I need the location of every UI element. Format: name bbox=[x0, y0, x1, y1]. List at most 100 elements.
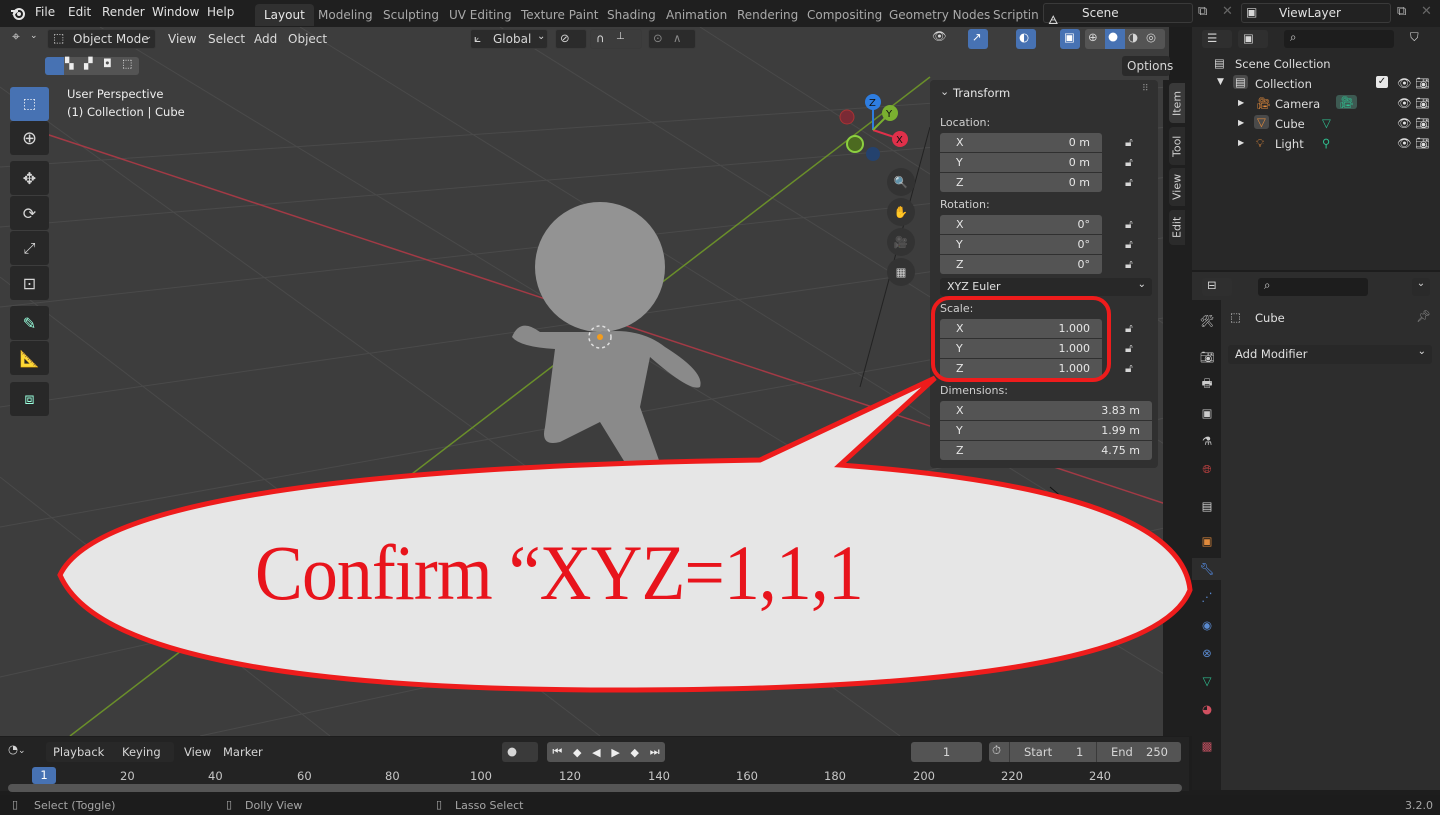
tab-render-properties[interactable]: 📷︎ bbox=[1196, 346, 1218, 368]
light-data-icon[interactable]: ⚲ bbox=[1322, 136, 1330, 150]
sidebar-tab-item[interactable]: Item bbox=[1169, 83, 1185, 123]
sidebar-tab-view[interactable]: View bbox=[1169, 168, 1185, 206]
current-frame-field[interactable]: 1 bbox=[911, 742, 982, 762]
tab-constraint-properties[interactable]: ⊗ bbox=[1196, 642, 1218, 664]
expand-arrow-icon[interactable]: ▶ bbox=[1238, 138, 1244, 147]
location-y-field[interactable]: Y 0 m bbox=[940, 153, 1102, 172]
overlays-toggle[interactable]: ◐ bbox=[1016, 29, 1036, 49]
ortho-toggle-button[interactable]: ▦ bbox=[887, 258, 915, 286]
prev-keyframe-button[interactable]: ◆ bbox=[573, 746, 581, 759]
outliner-item-light[interactable]: ▶ 💡︎ Light ⚲ 👁 📷︎ bbox=[1192, 136, 1440, 156]
gizmo-toggle[interactable]: ↗ bbox=[968, 29, 988, 49]
lock-icon[interactable]: 🔓︎ bbox=[1125, 361, 1133, 376]
eye-icon[interactable]: 👁 bbox=[1397, 116, 1412, 130]
pin-icon[interactable]: 📌︎ bbox=[1416, 309, 1431, 323]
select-invert-button[interactable]: ◘ bbox=[103, 57, 121, 75]
location-z-field[interactable]: Z 0 m bbox=[940, 173, 1102, 192]
menu-window[interactable]: Window bbox=[152, 5, 199, 19]
timeline-view-menu[interactable]: View bbox=[184, 745, 211, 759]
timeline-editor-type[interactable]: ◔⌄ bbox=[8, 742, 40, 762]
menu-render[interactable]: Render bbox=[102, 5, 145, 19]
menu-edit[interactable]: Edit bbox=[68, 5, 91, 19]
tab-output-properties[interactable]: 🖶 bbox=[1196, 374, 1218, 396]
tab-scripting[interactable]: Scripting bbox=[984, 4, 1039, 26]
render-camera-icon[interactable]: 📷︎ bbox=[1415, 116, 1430, 130]
tab-object-properties[interactable]: ▣ bbox=[1196, 530, 1218, 552]
transform-orientation-selector[interactable]: ⟀ Global ⌄ bbox=[470, 29, 548, 49]
transform-section-title[interactable]: Transform bbox=[953, 86, 1010, 100]
lock-icon[interactable]: 🔓︎ bbox=[1125, 217, 1133, 232]
navigation-gizmo[interactable]: Z Y X bbox=[830, 90, 910, 165]
tab-modeling[interactable]: Modeling bbox=[309, 4, 382, 26]
add-cube-tool[interactable]: ⧈ bbox=[10, 382, 49, 416]
scale-y-field[interactable]: Y 1.000 bbox=[940, 339, 1102, 358]
render-camera-icon[interactable]: 📷︎ bbox=[1415, 76, 1430, 90]
lock-icon[interactable]: 🔓︎ bbox=[1125, 321, 1133, 336]
lock-icon[interactable]: 🔓︎ bbox=[1125, 155, 1133, 170]
tab-compositing[interactable]: Compositing bbox=[798, 4, 891, 26]
tab-data-properties[interactable]: ▽ bbox=[1196, 670, 1218, 692]
exclude-checkbox[interactable]: ✓ bbox=[1376, 76, 1388, 88]
tab-modifier-properties[interactable]: 🔧︎ bbox=[1192, 558, 1222, 580]
tab-layout[interactable]: Layout bbox=[255, 4, 314, 26]
zoom-view-button[interactable]: 🔍 bbox=[887, 168, 915, 196]
expand-arrow-icon[interactable]: ▶ bbox=[1238, 98, 1244, 107]
stopwatch-icon[interactable]: ⏱ bbox=[992, 743, 1001, 758]
playhead[interactable]: 1 bbox=[32, 767, 56, 784]
wireframe-shading-icon[interactable]: ⊕ bbox=[1088, 30, 1098, 44]
snap-toggle[interactable]: ∩ ⊥ bbox=[590, 29, 642, 49]
delete-scene-icon[interactable]: ✕ bbox=[1222, 4, 1233, 19]
tab-view-layer-properties[interactable]: ▣ bbox=[1196, 402, 1218, 424]
outliner-collection[interactable]: ▼ ▤ Collection ✓ 👁 📷︎ bbox=[1192, 75, 1440, 96]
tab-particle-properties[interactable]: ⋰ bbox=[1196, 586, 1218, 608]
rotation-x-field[interactable]: X 0° bbox=[940, 215, 1102, 234]
render-camera-icon[interactable]: 📷︎ bbox=[1415, 96, 1430, 110]
tab-world-properties[interactable]: 🌐︎ bbox=[1196, 458, 1218, 480]
eye-icon[interactable]: 👁 bbox=[1397, 76, 1412, 90]
drag-handle-icon[interactable]: ⠿ bbox=[1142, 84, 1149, 94]
display-mode-selector[interactable]: ▣ bbox=[1238, 30, 1268, 48]
scene-selector[interactable]: 🜁 Scene bbox=[1043, 3, 1193, 27]
sidebar-tab-tool[interactable]: Tool bbox=[1169, 127, 1185, 165]
play-reverse-button[interactable]: ◀ bbox=[592, 746, 600, 759]
lock-icon[interactable]: 🔓︎ bbox=[1125, 175, 1133, 190]
jump-start-button[interactable]: ⏮ bbox=[552, 745, 562, 759]
next-keyframe-button[interactable]: ◆ bbox=[631, 746, 639, 759]
editor-type-button[interactable]: ⌖ ⌄ bbox=[10, 29, 42, 49]
tab-texture-paint[interactable]: Texture Paint bbox=[512, 4, 607, 26]
tab-collection-properties[interactable]: ▤ bbox=[1196, 495, 1218, 517]
properties-search-input[interactable]: ⌕ bbox=[1258, 278, 1368, 296]
timeline-marker-menu[interactable]: Marker bbox=[223, 745, 263, 759]
select-new-button[interactable] bbox=[45, 57, 64, 75]
pivot-point-selector[interactable]: ⊘ bbox=[555, 29, 587, 49]
pan-view-button[interactable]: ✋ bbox=[887, 198, 915, 226]
xray-toggle[interactable]: ▣ bbox=[1060, 29, 1080, 49]
tab-shading[interactable]: Shading bbox=[598, 4, 665, 26]
tab-scene-properties[interactable]: ⚗ bbox=[1196, 430, 1218, 452]
expand-arrow-icon[interactable]: ▶ bbox=[1238, 118, 1244, 127]
filter-button[interactable]: ⛉ bbox=[1410, 30, 1440, 48]
lock-icon[interactable]: 🔓︎ bbox=[1125, 237, 1133, 252]
chevron-down-icon[interactable]: ⌄ bbox=[940, 85, 949, 98]
eye-icon[interactable]: 👁 bbox=[1397, 136, 1412, 150]
properties-editor-type[interactable]: ⊟ bbox=[1202, 278, 1232, 296]
select-intersect-button[interactable]: ⬚ bbox=[122, 57, 139, 75]
keying-menu[interactable]: Keying bbox=[122, 745, 161, 759]
play-button[interactable]: ▶ bbox=[611, 746, 619, 759]
select-box-tool[interactable]: ⬚ bbox=[10, 87, 49, 121]
sidebar-tab-edit[interactable]: Edit bbox=[1169, 210, 1185, 245]
auto-keying-toggle[interactable]: ● bbox=[502, 742, 538, 762]
options-dropdown[interactable]: Options bbox=[1122, 56, 1173, 76]
scale-tool[interactable]: ⤢ bbox=[10, 231, 49, 265]
eye-icon[interactable]: 👁 bbox=[1397, 96, 1412, 110]
expand-arrow-icon[interactable]: ▼ bbox=[1217, 77, 1224, 87]
outliner-editor-type[interactable]: ☰ bbox=[1202, 30, 1232, 48]
outliner-search-input[interactable]: ⌕ bbox=[1284, 30, 1394, 48]
outliner-scene-collection[interactable]: ▤ Scene Collection bbox=[1192, 56, 1440, 76]
menu-file[interactable]: File bbox=[35, 5, 55, 19]
transform-tool[interactable]: ⊡ bbox=[10, 266, 49, 300]
scale-x-field[interactable]: X 1.000 bbox=[940, 319, 1102, 338]
cursor-tool[interactable]: ⊕ bbox=[10, 121, 49, 155]
location-x-field[interactable]: X 0 m bbox=[940, 133, 1102, 152]
lock-icon[interactable]: 🔓︎ bbox=[1125, 257, 1133, 272]
